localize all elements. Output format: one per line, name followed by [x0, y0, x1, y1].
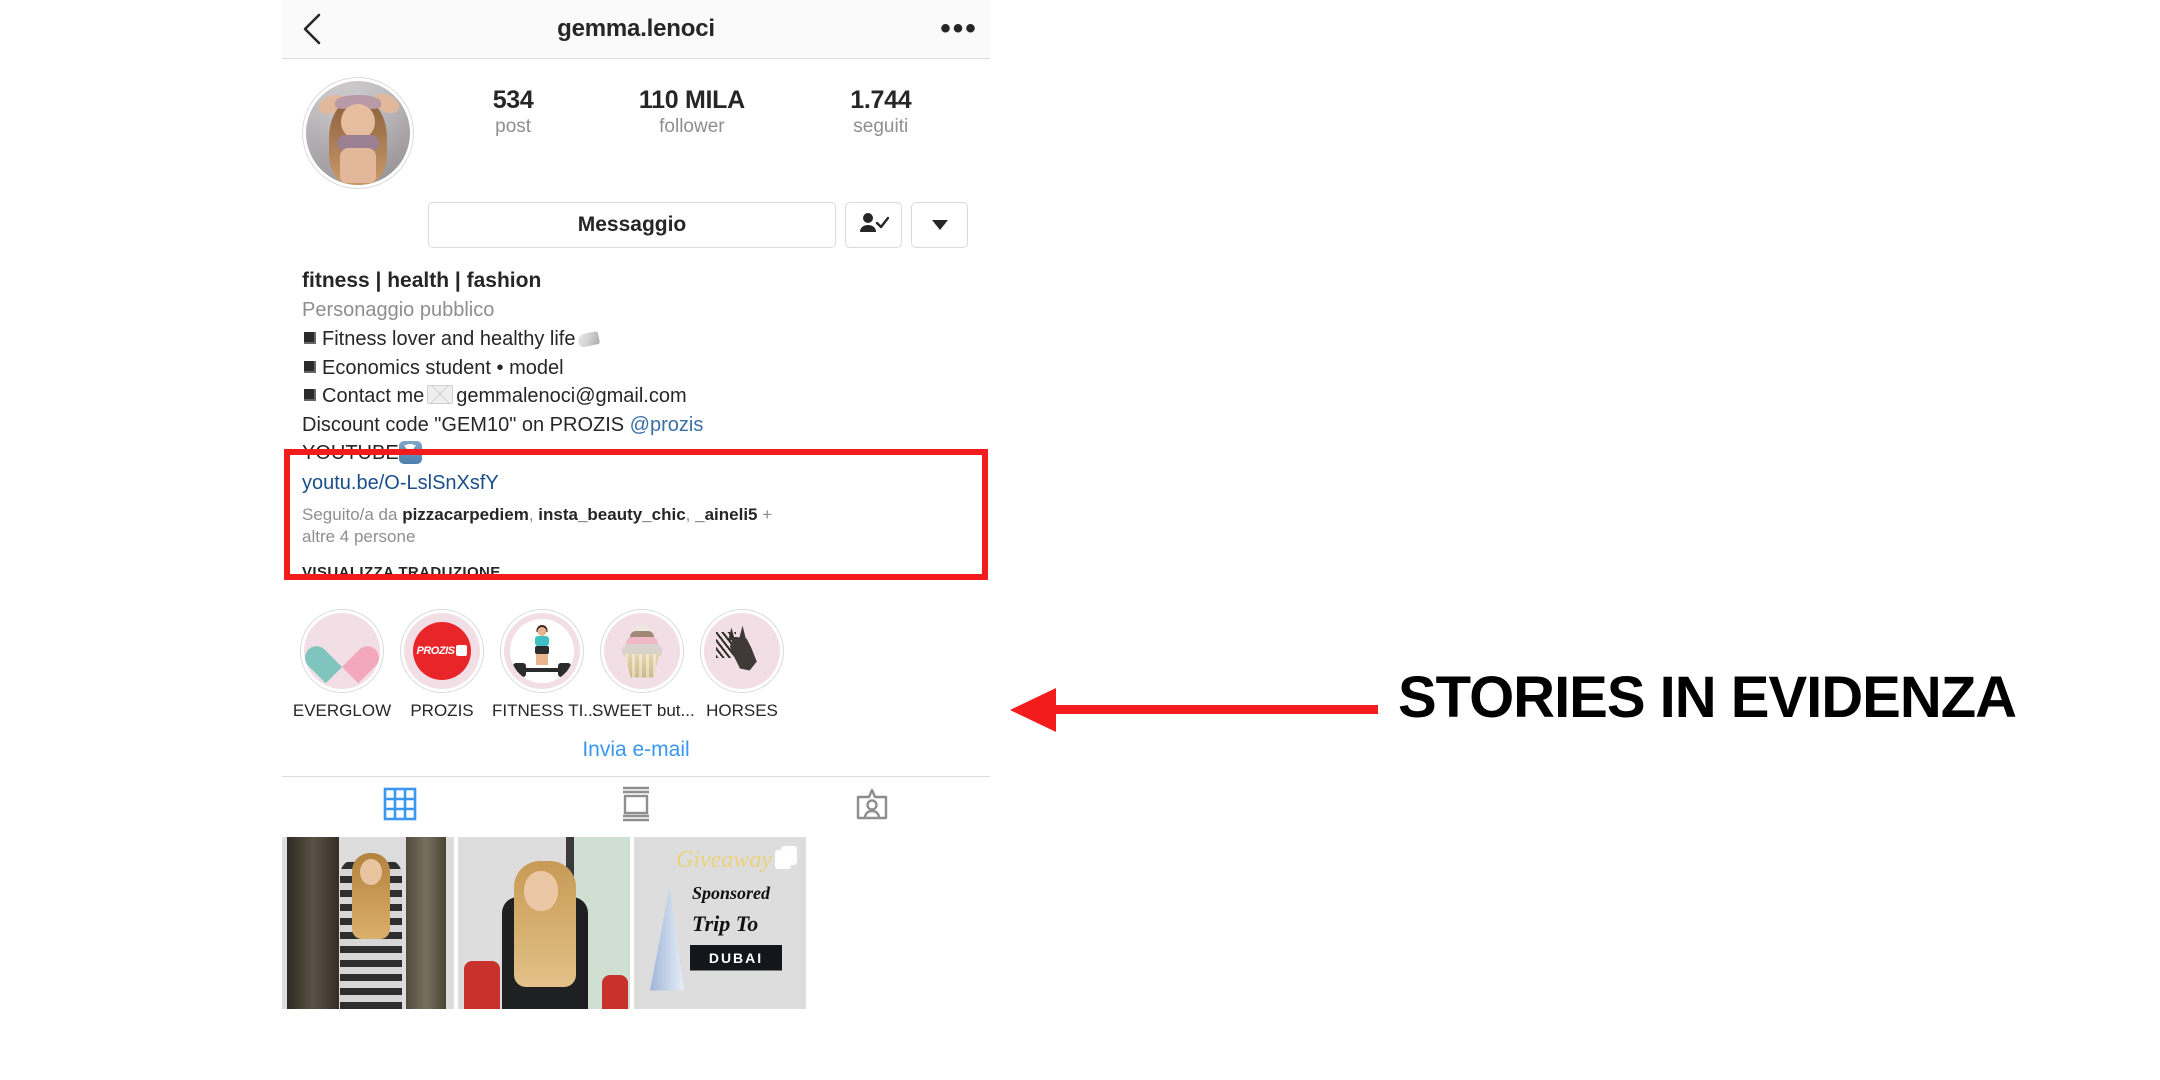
message-button[interactable]: Messaggio — [428, 202, 836, 248]
post-title-dubai: DUBAI — [690, 944, 782, 971]
followed-by-prefix: Seguito/a da — [302, 504, 403, 524]
highlight-label: FITNESS TI... — [492, 700, 598, 720]
stat-value: 110 MILA — [638, 86, 745, 114]
avatar[interactable] — [302, 77, 414, 189]
highlight-sweet[interactable]: SWEET but... — [592, 608, 695, 722]
bio-line-3: Contact me gemmalenoci@gmail.com — [302, 382, 970, 411]
mention-link[interactable]: @prozis — [630, 414, 704, 436]
post-thumbnail[interactable]: Giveaway Sponsored Trip To DUBAI — [634, 836, 806, 1009]
stat-label: post — [495, 116, 532, 137]
stat-posts[interactable]: 534 post — [493, 85, 534, 139]
highlight-label: PROZIS — [410, 700, 474, 720]
black-square-emoji — [304, 332, 316, 344]
stat-value: 1.744 — [850, 86, 912, 114]
highlight-ring — [300, 608, 384, 693]
person-check-icon — [859, 211, 889, 240]
bio-discount-line: Discount code "GEM10" on PROZIS @prozis — [302, 411, 970, 440]
chevron-left-icon — [301, 12, 323, 46]
highlight-ring — [500, 608, 584, 693]
profile-summary: 534 post 110 MILA follower 1.744 seguiti — [282, 59, 990, 189]
highlight-label: SWEET but... — [592, 700, 695, 720]
stat-label: follower — [659, 116, 725, 137]
more-options-button[interactable]: ••• — [928, 14, 990, 44]
highlight-ring — [700, 608, 784, 693]
avatar-image — [306, 81, 410, 185]
bio-external-link[interactable]: youtu.be/O-LslSnXsfY — [302, 468, 970, 498]
posts-grid: Giveaway Sponsored Trip To DUBAI — [282, 836, 990, 1009]
highlight-ring — [600, 608, 684, 693]
highlight-prozis[interactable]: PROZIS PROZIS — [392, 608, 492, 722]
stat-value: 534 — [492, 86, 534, 114]
options-dropdown-button[interactable] — [911, 202, 968, 248]
left-arrow-annotation — [1010, 688, 1378, 732]
shoe-emoji — [577, 330, 601, 349]
bio-line-1: Fitness lover and healthy life — [302, 325, 970, 354]
highlight-label: EVERGLOW — [292, 700, 392, 720]
bio-category: Personaggio pubblico — [302, 299, 495, 321]
cupcake-icon — [604, 612, 680, 689]
bio-youtube-text: YOUTUBE — [302, 442, 399, 464]
tab-tagged[interactable] — [754, 787, 990, 826]
feed-icon — [619, 786, 653, 827]
tab-feed[interactable] — [518, 786, 754, 827]
post-thumbnail[interactable] — [282, 836, 454, 1009]
post-title-sponsored: Sponsored — [692, 882, 771, 903]
post-thumbnail[interactable] — [458, 836, 630, 1009]
send-email-link[interactable]: Invia e-mail — [282, 722, 990, 776]
profile-tabs — [282, 775, 990, 837]
profile-actions: Messaggio — [428, 202, 968, 248]
grid-icon — [383, 787, 417, 826]
stat-following[interactable]: 1.744 seguiti — [850, 85, 911, 139]
followed-by: Seguito/a da pizzacarpediem, insta_beaut… — [302, 504, 773, 546]
story-highlights: EVERGLOW PROZIS PROZIS FITNESS TI... SWE… — [282, 595, 990, 722]
phone-screenshot: gemma.lenoci ••• 534 post 110 MILA follo… — [282, 0, 990, 1080]
highlight-horses[interactable]: HORSES — [692, 608, 792, 722]
highlight-fitness[interactable]: FITNESS TI... — [492, 608, 598, 722]
tagged-icon — [855, 787, 889, 826]
highlight-label: HORSES — [706, 700, 778, 720]
horse-icon — [704, 612, 780, 689]
bio-section: fitness | health | fashion Personaggio p… — [282, 248, 990, 498]
stat-label: seguiti — [853, 116, 909, 137]
post-title-trip: Trip To — [692, 910, 759, 936]
bio-email: gemmalenoci@gmail.com — [456, 385, 687, 407]
multi-photo-icon — [775, 845, 797, 870]
bio-line-text: Economics student • model — [322, 356, 564, 379]
following-button[interactable] — [845, 202, 902, 248]
followed-by-user[interactable]: _aineli5 — [695, 505, 757, 524]
black-square-emoji — [304, 360, 316, 373]
page-title: gemma.lenoci — [557, 15, 715, 42]
stats-row: 534 post 110 MILA follower 1.744 seguiti — [414, 79, 990, 139]
highlight-everglow[interactable]: EVERGLOW — [292, 608, 392, 722]
post-title-giveaway: Giveaway — [676, 846, 772, 873]
bio-discount-text: Discount code "GEM10" on PROZIS — [302, 413, 630, 436]
black-square-emoji — [304, 389, 316, 401]
weightlifter-icon — [504, 612, 580, 689]
highlight-ring: PROZIS — [400, 608, 484, 693]
followed-by-user[interactable]: insta_beauty_chic — [538, 505, 685, 524]
followed-by-user[interactable]: pizzacarpediem — [402, 505, 529, 524]
bio-youtube-line: YOUTUBE — [302, 439, 970, 468]
app-header: gemma.lenoci ••• — [282, 0, 990, 59]
bio-line-text: Fitness lover and healthy life — [322, 328, 576, 350]
view-translation-button[interactable]: VISUALIZZA TRADUZIONE — [282, 548, 990, 581]
tab-grid[interactable] — [282, 787, 518, 826]
prozis-logo-icon: PROZIS — [404, 612, 480, 689]
envelope-emoji — [427, 385, 454, 404]
heart-icon — [304, 612, 380, 689]
prozis-logo-text: PROZIS — [416, 644, 455, 657]
stat-followers[interactable]: 110 MILA follower — [639, 85, 745, 139]
chevron-down-icon — [931, 220, 948, 230]
annotation-label: STORIES IN EVIDENZA — [1398, 665, 2017, 730]
bio-display-name: fitness | health | fashion — [302, 269, 542, 292]
bio-line-text: Contact me — [322, 385, 425, 407]
back-button[interactable] — [282, 12, 342, 46]
bio-line-2: Economics student • model — [302, 354, 970, 383]
arrow-down-emoji — [398, 441, 422, 464]
